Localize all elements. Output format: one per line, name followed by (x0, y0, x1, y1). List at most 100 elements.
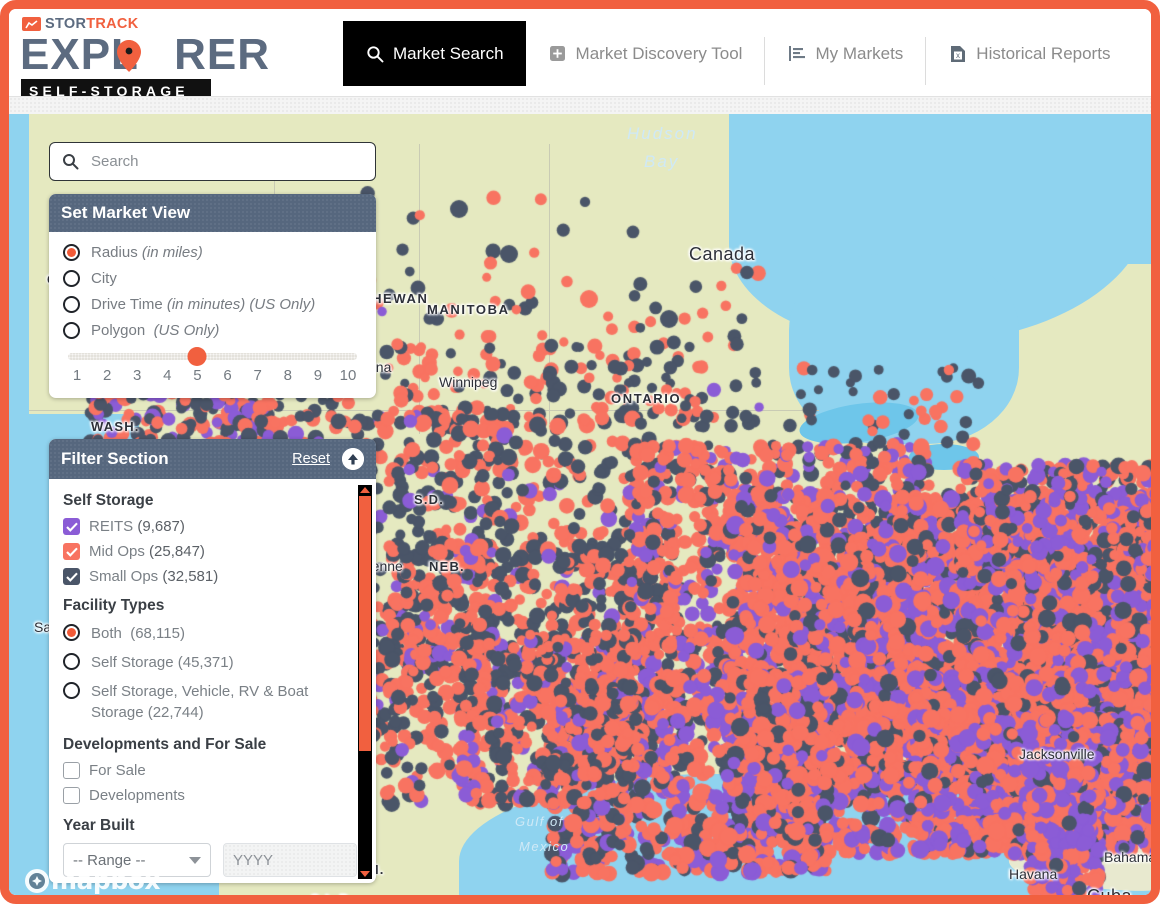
filter-checkbox-developments-label: Developments (89, 787, 185, 804)
radius-tick-7[interactable]: 7 (249, 367, 267, 384)
checkbox-for-sale[interactable] (63, 762, 80, 779)
search-icon (62, 153, 79, 170)
radius-tick-5[interactable]: 5 (188, 367, 206, 384)
radius-tick-9[interactable]: 9 (309, 367, 327, 384)
app-header: STORTRACK EXPLORER SELF-STORAGE Market S… (9, 9, 1151, 103)
filter-group-developments-heading: Developments and For Sale (63, 736, 267, 753)
filter-checkbox-mid-ops[interactable]: Mid Ops (25,847) (63, 543, 376, 560)
filter-scrollbar[interactable] (358, 485, 372, 879)
tab-market-search[interactable]: Market Search (343, 21, 526, 86)
filter-section-header: Filter Section Reset (49, 439, 376, 479)
stortrack-explorer-logo: STORTRACK EXPLORER SELF-STORAGE (18, 15, 269, 103)
radio-both[interactable] (63, 624, 80, 641)
market-view-option-drive-time[interactable]: Drive Time (in minutes) (US Only) (63, 296, 362, 313)
excel-file-icon: x (948, 44, 967, 63)
filter-checkbox-small-ops-label: Small Ops (32,581) (89, 568, 219, 585)
scroll-up-arrow-icon[interactable] (360, 487, 370, 493)
application-frame: STORTRACK EXPLORER SELF-STORAGE Market S… (0, 0, 1160, 904)
tab-my-markets-label: My Markets (815, 43, 904, 63)
filter-section-body: Self Storage REITS (9,687) Mid Ops (25,8… (49, 479, 376, 883)
filter-group-year-built-heading: Year Built (63, 817, 135, 834)
chevron-down-icon (189, 856, 201, 864)
checkbox-small-ops[interactable] (63, 568, 80, 585)
market-view-option-drive-time-label: Drive Time (in minutes) (US Only) (91, 296, 316, 313)
tab-market-discovery-tool-label: Market Discovery Tool (575, 43, 743, 63)
filter-group-facility-types-heading: Facility Types (63, 597, 165, 614)
filter-radio-self-storage-label: Self Storage (45,371) (91, 654, 234, 671)
tab-historical-reports[interactable]: x Historical Reports (926, 21, 1132, 86)
checkbox-developments[interactable] (63, 787, 80, 804)
arrow-up-circle-icon[interactable] (342, 448, 364, 470)
radius-tick-1[interactable]: 1 (68, 367, 86, 384)
map-top-gutter (9, 97, 1151, 114)
chart-list-icon (787, 44, 806, 63)
filter-radio-self-storage[interactable]: Self Storage (45,371) (63, 652, 376, 673)
radio-polygon[interactable] (63, 322, 80, 339)
filter-section-title: Filter Section (61, 449, 169, 468)
radio-self-storage[interactable] (63, 653, 80, 670)
filter-radio-self-storage-vehicle[interactable]: Self Storage, Vehicle, RV & Boat Storage… (63, 681, 376, 723)
mapbox-attribution[interactable]: mapbox (25, 866, 161, 895)
svg-text:x: x (956, 51, 960, 60)
radius-tick-6[interactable]: 6 (219, 367, 237, 384)
set-market-view-panel: Set Market View Radius (in miles) City D… (49, 194, 376, 398)
tab-my-markets[interactable]: My Markets (765, 21, 925, 86)
radio-self-storage-vehicle[interactable] (63, 682, 80, 699)
reset-filters-link[interactable]: Reset (292, 451, 330, 467)
radius-slider-thumb[interactable] (187, 347, 207, 366)
filter-checkbox-small-ops[interactable]: Small Ops (32,581) (63, 568, 376, 585)
filter-scrollbar-thumb[interactable] (359, 496, 371, 751)
market-view-option-polygon-label: Polygon (US Only) (91, 322, 220, 339)
mapbox-label: mapbox (51, 866, 161, 895)
search-input[interactable] (89, 152, 343, 171)
filter-radio-both[interactable]: Both (68,115) (63, 623, 376, 644)
filter-checkbox-mid-ops-label: Mid Ops (25,847) (89, 543, 205, 560)
checkbox-reits[interactable] (63, 518, 80, 535)
filter-checkbox-developments[interactable]: Developments (63, 787, 376, 804)
mapbox-icon (25, 868, 49, 893)
radius-tick-2[interactable]: 2 (98, 367, 116, 384)
stortrack-badge-icon (22, 17, 41, 31)
radius-slider-ticks: 1 2 3 4 5 6 7 8 9 10 (68, 367, 357, 384)
filter-checkbox-reits[interactable]: REITS (9,687) (63, 518, 376, 535)
map-left-edge (9, 114, 29, 895)
year-value-placeholder: YYYY (233, 851, 274, 869)
market-view-option-city[interactable]: City (63, 270, 362, 287)
logo-explorer-suffix: RER (174, 30, 271, 79)
market-view-option-radius[interactable]: Radius (in miles) (63, 244, 362, 261)
search-bar[interactable] (49, 142, 376, 181)
search-icon (365, 44, 384, 63)
radius-slider[interactable]: 1 2 3 4 5 6 7 8 9 10 (63, 347, 362, 384)
set-market-view-body: Radius (in miles) City Drive Time (in mi… (49, 232, 376, 398)
year-value-input[interactable]: YYYY (223, 843, 357, 877)
main-navigation: Market Search Market Discovery Tool My M… (343, 21, 1132, 86)
filter-section-panel: Filter Section Reset Self Storage REITS … (49, 439, 376, 883)
filter-checkbox-for-sale[interactable]: For Sale (63, 762, 376, 779)
filter-checkbox-for-sale-label: For Sale (89, 762, 146, 779)
market-view-option-city-label: City (91, 270, 117, 287)
tab-market-discovery-tool[interactable]: Market Discovery Tool (526, 21, 765, 86)
tab-market-search-label: Market Search (393, 43, 504, 63)
set-market-view-header: Set Market View (49, 194, 376, 232)
radius-tick-4[interactable]: 4 (158, 367, 176, 384)
radio-drive-time[interactable] (63, 296, 80, 313)
market-view-option-polygon[interactable]: Polygon (US Only) (63, 322, 362, 339)
radius-slider-track[interactable] (68, 347, 357, 366)
scroll-down-arrow-icon[interactable] (360, 871, 370, 877)
filter-checkbox-reits-label: REITS (9,687) (89, 518, 185, 535)
tab-historical-reports-label: Historical Reports (976, 43, 1111, 63)
checkbox-mid-ops[interactable] (63, 543, 80, 560)
add-box-icon (548, 44, 567, 63)
filter-radio-both-label: Both (68,115) (91, 625, 185, 642)
market-view-option-radius-label: Radius (in miles) (91, 244, 203, 261)
set-market-view-title: Set Market View (61, 203, 191, 222)
radius-tick-10[interactable]: 10 (339, 367, 357, 384)
filter-radio-self-storage-vehicle-label: Self Storage, Vehicle, RV & Boat Storage… (91, 683, 309, 721)
filter-group-self-storage-heading: Self Storage (63, 492, 154, 509)
logo-explorer-text: EXPLORER (20, 32, 269, 78)
radius-tick-3[interactable]: 3 (128, 367, 146, 384)
map-pin-icon (116, 36, 142, 72)
radius-tick-8[interactable]: 8 (279, 367, 297, 384)
radio-radius[interactable] (63, 244, 80, 261)
radio-city[interactable] (63, 270, 80, 287)
